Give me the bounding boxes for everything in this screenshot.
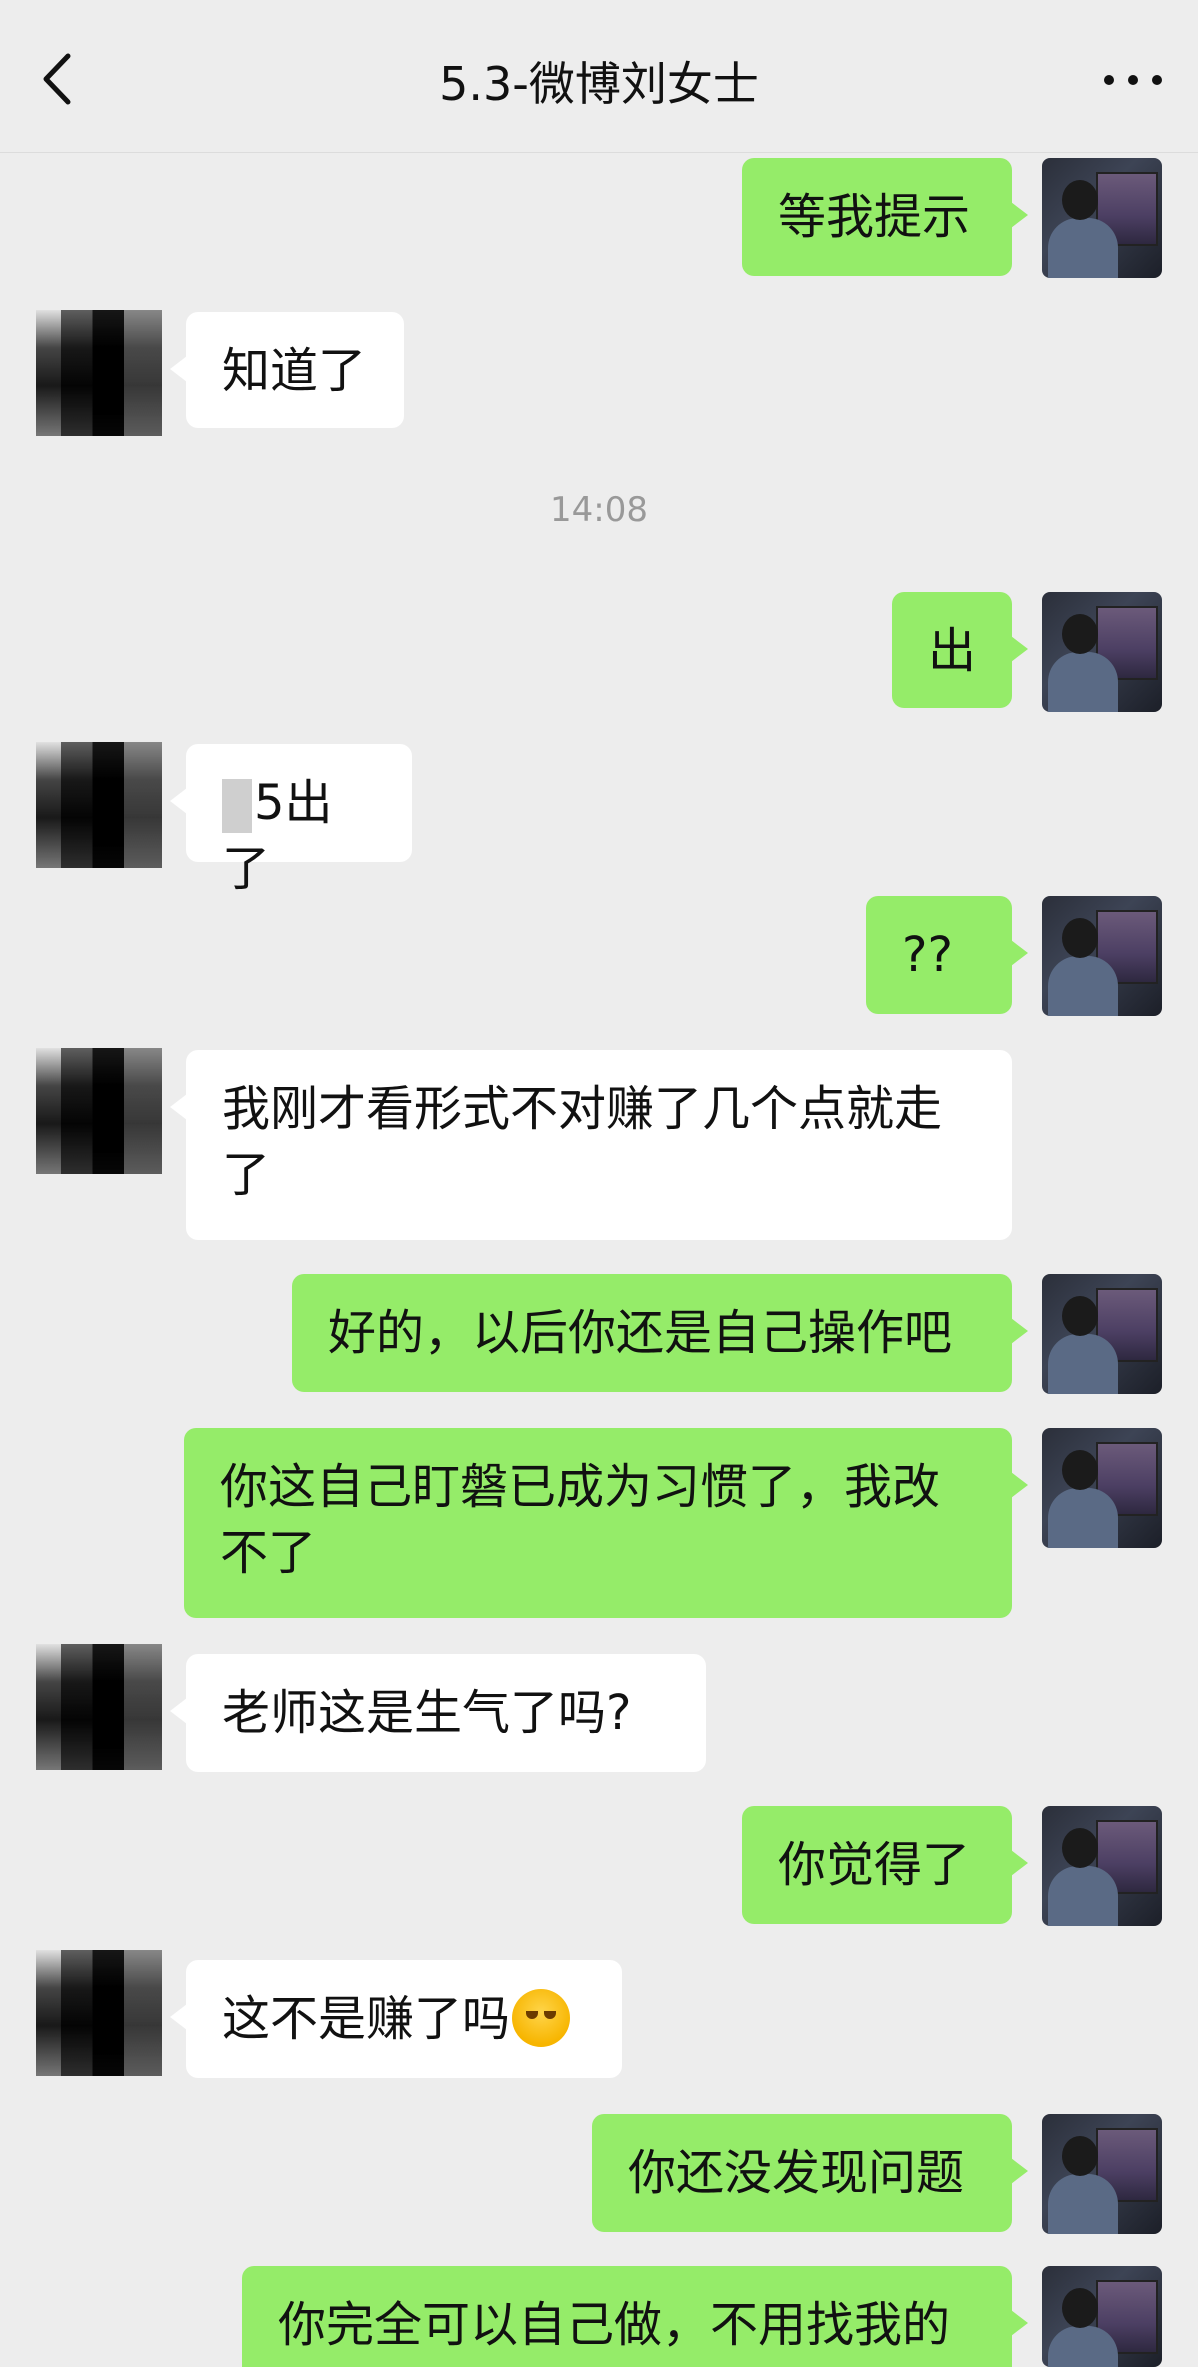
my-avatar[interactable] (1042, 2266, 1162, 2367)
message-text: 你这自己盯磐已成为习惯了，我改不了 (220, 1459, 941, 1581)
my-avatar[interactable] (1042, 1428, 1162, 1548)
incoming-message[interactable]: 老师这是生气了吗? (170, 1654, 706, 1772)
my-avatar[interactable] (1042, 2114, 1162, 2234)
contact-avatar[interactable] (36, 1644, 162, 1770)
incoming-message[interactable]: 5出了 (170, 744, 412, 897)
outgoing-message[interactable]: 你完全可以自己做，不用找我的 (242, 2266, 1028, 2367)
outgoing-message[interactable]: 好的，以后你还是自己操作吧 (292, 1274, 1028, 1392)
more-dots-icon (1128, 75, 1138, 85)
outgoing-message[interactable]: 你还没发现问题 (592, 2114, 1028, 2232)
message-text: 老师这是生气了吗? (222, 1685, 632, 1741)
chat-title: 5.3-微博刘女士 (439, 57, 759, 111)
my-avatar[interactable] (1042, 896, 1162, 1016)
more-dots-icon (1152, 75, 1162, 85)
message-text: 你完全可以自己做，不用找我的 (278, 2297, 951, 2353)
chat-header: 5.3-微博刘女士 (0, 0, 1198, 153)
more-dots-icon (1104, 75, 1114, 85)
outgoing-message[interactable]: ?? (866, 896, 1028, 1014)
message-text: 出 (928, 623, 977, 679)
message-text: 我刚才看形式不对赚了几个点就走了 (222, 1081, 943, 1203)
incoming-message[interactable]: 这不是赚了吗 (170, 1960, 622, 2078)
message-text: 你还没发现问题 (628, 2145, 965, 2201)
contact-avatar[interactable] (36, 310, 162, 436)
my-avatar[interactable] (1042, 1806, 1162, 1926)
contact-avatar[interactable] (36, 1950, 162, 2076)
my-avatar[interactable] (1042, 1274, 1162, 1394)
message-text: 知道了 (222, 343, 367, 399)
outgoing-message[interactable]: 你觉得了 (742, 1806, 1028, 1924)
blurred-text (222, 779, 252, 833)
message-text: ?? (902, 927, 953, 983)
message-text: 你觉得了 (778, 1837, 971, 1893)
more-button[interactable] (1104, 60, 1164, 96)
timestamp: 14:08 (550, 490, 648, 530)
my-avatar[interactable] (1042, 158, 1162, 278)
outgoing-message[interactable]: 等我提示 (742, 158, 1028, 276)
outgoing-message[interactable]: 你这自己盯磐已成为习惯了，我改不了 (184, 1428, 1028, 1618)
contact-avatar[interactable] (36, 1048, 162, 1174)
crying-laughing-emoji-icon (512, 1989, 571, 2047)
message-text: 这不是赚了吗 (222, 1991, 511, 2047)
message-text: 等我提示 (778, 189, 971, 245)
incoming-message[interactable]: 知道了 (170, 312, 404, 428)
incoming-message[interactable]: 我刚才看形式不对赚了几个点就走了 (170, 1050, 1012, 1240)
contact-avatar[interactable] (36, 742, 162, 868)
outgoing-message[interactable]: 出 (892, 592, 1028, 708)
message-text: 好的，以后你还是自己操作吧 (328, 1305, 953, 1361)
my-avatar[interactable] (1042, 592, 1162, 712)
